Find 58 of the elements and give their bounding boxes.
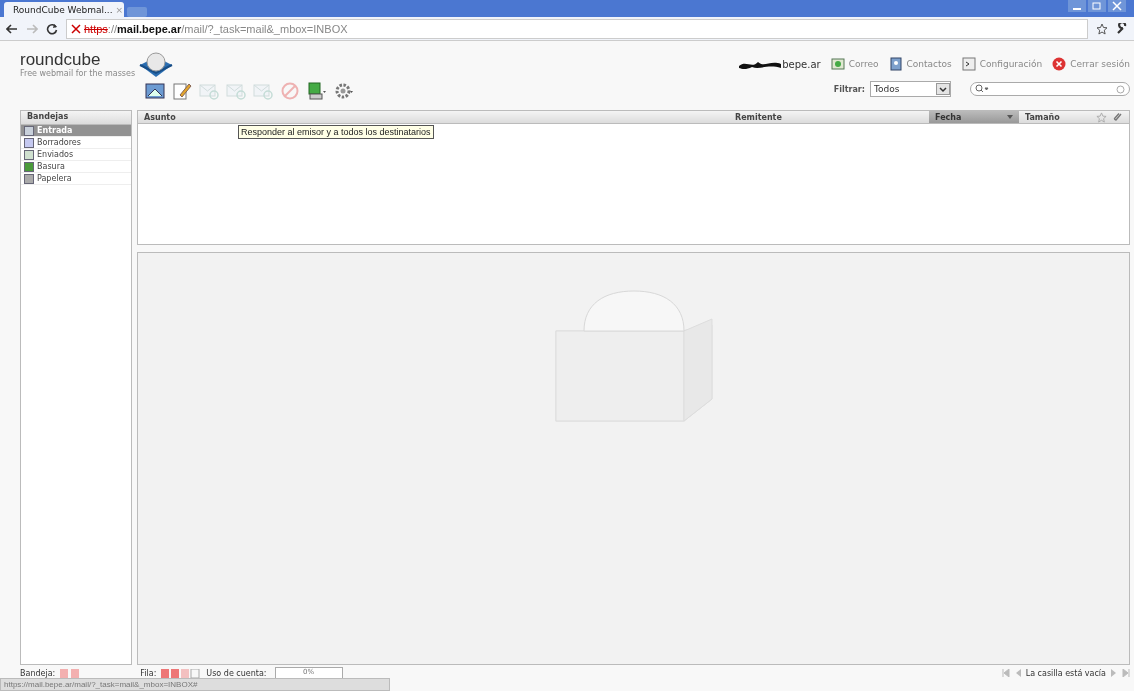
tooltip: Responder al emisor y a todos los destinatarios [238, 125, 434, 139]
attachment-icon [1112, 111, 1123, 123]
reload-icon[interactable] [46, 22, 58, 35]
filter-label: Filtrar: [833, 84, 865, 94]
next-page-icon[interactable] [1111, 669, 1117, 677]
clear-search-icon [1116, 84, 1125, 94]
search-field[interactable] [970, 82, 1130, 96]
folder-item[interactable]: Basura [21, 161, 131, 173]
folder-icon [24, 173, 34, 184]
flag-star-icon [1095, 111, 1107, 123]
search-icon [975, 84, 989, 94]
close-icon [1052, 57, 1067, 71]
folder-icon [24, 137, 34, 148]
contacts-link[interactable]: Contactos [888, 57, 952, 71]
settings-link[interactable]: Configuración [961, 57, 1043, 71]
mail-icon [830, 57, 845, 71]
user-email: bepe.ar [782, 58, 821, 70]
row-select-icon[interactable] [161, 668, 202, 678]
address-book-icon [888, 57, 903, 71]
column-header[interactable]: Remitente [729, 111, 929, 123]
folder-icon [24, 161, 34, 172]
logo-icon [138, 51, 175, 79]
last-page-icon[interactable] [1122, 669, 1130, 677]
address-bar[interactable]: https://mail.bepe.ar/mail/?_task=mail&_mbox=INBOX [66, 18, 1088, 39]
browser-tab[interactable]: RoundCube Webmal... × [4, 2, 124, 17]
window-controls-icon[interactable] [1068, 0, 1128, 12]
logo-tagline: Free webmail for the masses [20, 69, 136, 78]
column-header[interactable]: Asunto [138, 111, 729, 123]
first-page-icon[interactable] [1001, 669, 1010, 677]
settings-icon [961, 57, 976, 71]
folder-icon [24, 125, 34, 136]
panel-heading: Bandejas [21, 111, 131, 125]
broken-lock-icon [71, 23, 81, 34]
compose-icon[interactable] [172, 81, 192, 101]
sort-arrow-icon [1007, 115, 1013, 119]
previous-page-icon[interactable] [1014, 669, 1021, 677]
status-url: https://mail.bepe.ar/mail/?_task=mail&_mbox=INBOX# [0, 678, 390, 691]
message-count: La casilla está vacía [1025, 668, 1106, 678]
filter-dropdown[interactable]: Todos [870, 81, 951, 97]
folder-item[interactable]: Papelera [21, 173, 131, 185]
logout-link[interactable]: Cerrar sesión [1052, 57, 1130, 71]
gear-icon[interactable] [334, 81, 354, 101]
folder-actions-icon[interactable] [60, 668, 81, 678]
quota-label: Uso de cuenta: [206, 668, 267, 678]
column-header[interactable]: Fecha [929, 111, 1019, 123]
mail-link[interactable]: Correo [830, 57, 879, 71]
folder-item[interactable]: Enviados [21, 149, 131, 161]
tab-title: RoundCube Webmal... [13, 4, 113, 15]
logo-wordmark: roundcube [20, 51, 102, 69]
star-icon[interactable] [1096, 22, 1108, 35]
row-select-label: Fila: [140, 668, 157, 678]
wrench-icon[interactable] [1116, 22, 1128, 35]
forward-icon[interactable] [26, 22, 38, 35]
column-header[interactable]: Tamaño [1019, 111, 1089, 123]
back-icon[interactable] [6, 22, 18, 35]
folder-item[interactable]: Borradores [21, 137, 131, 149]
folder-actions-label: Bandeja: [20, 668, 56, 678]
folder-icon [24, 149, 34, 160]
